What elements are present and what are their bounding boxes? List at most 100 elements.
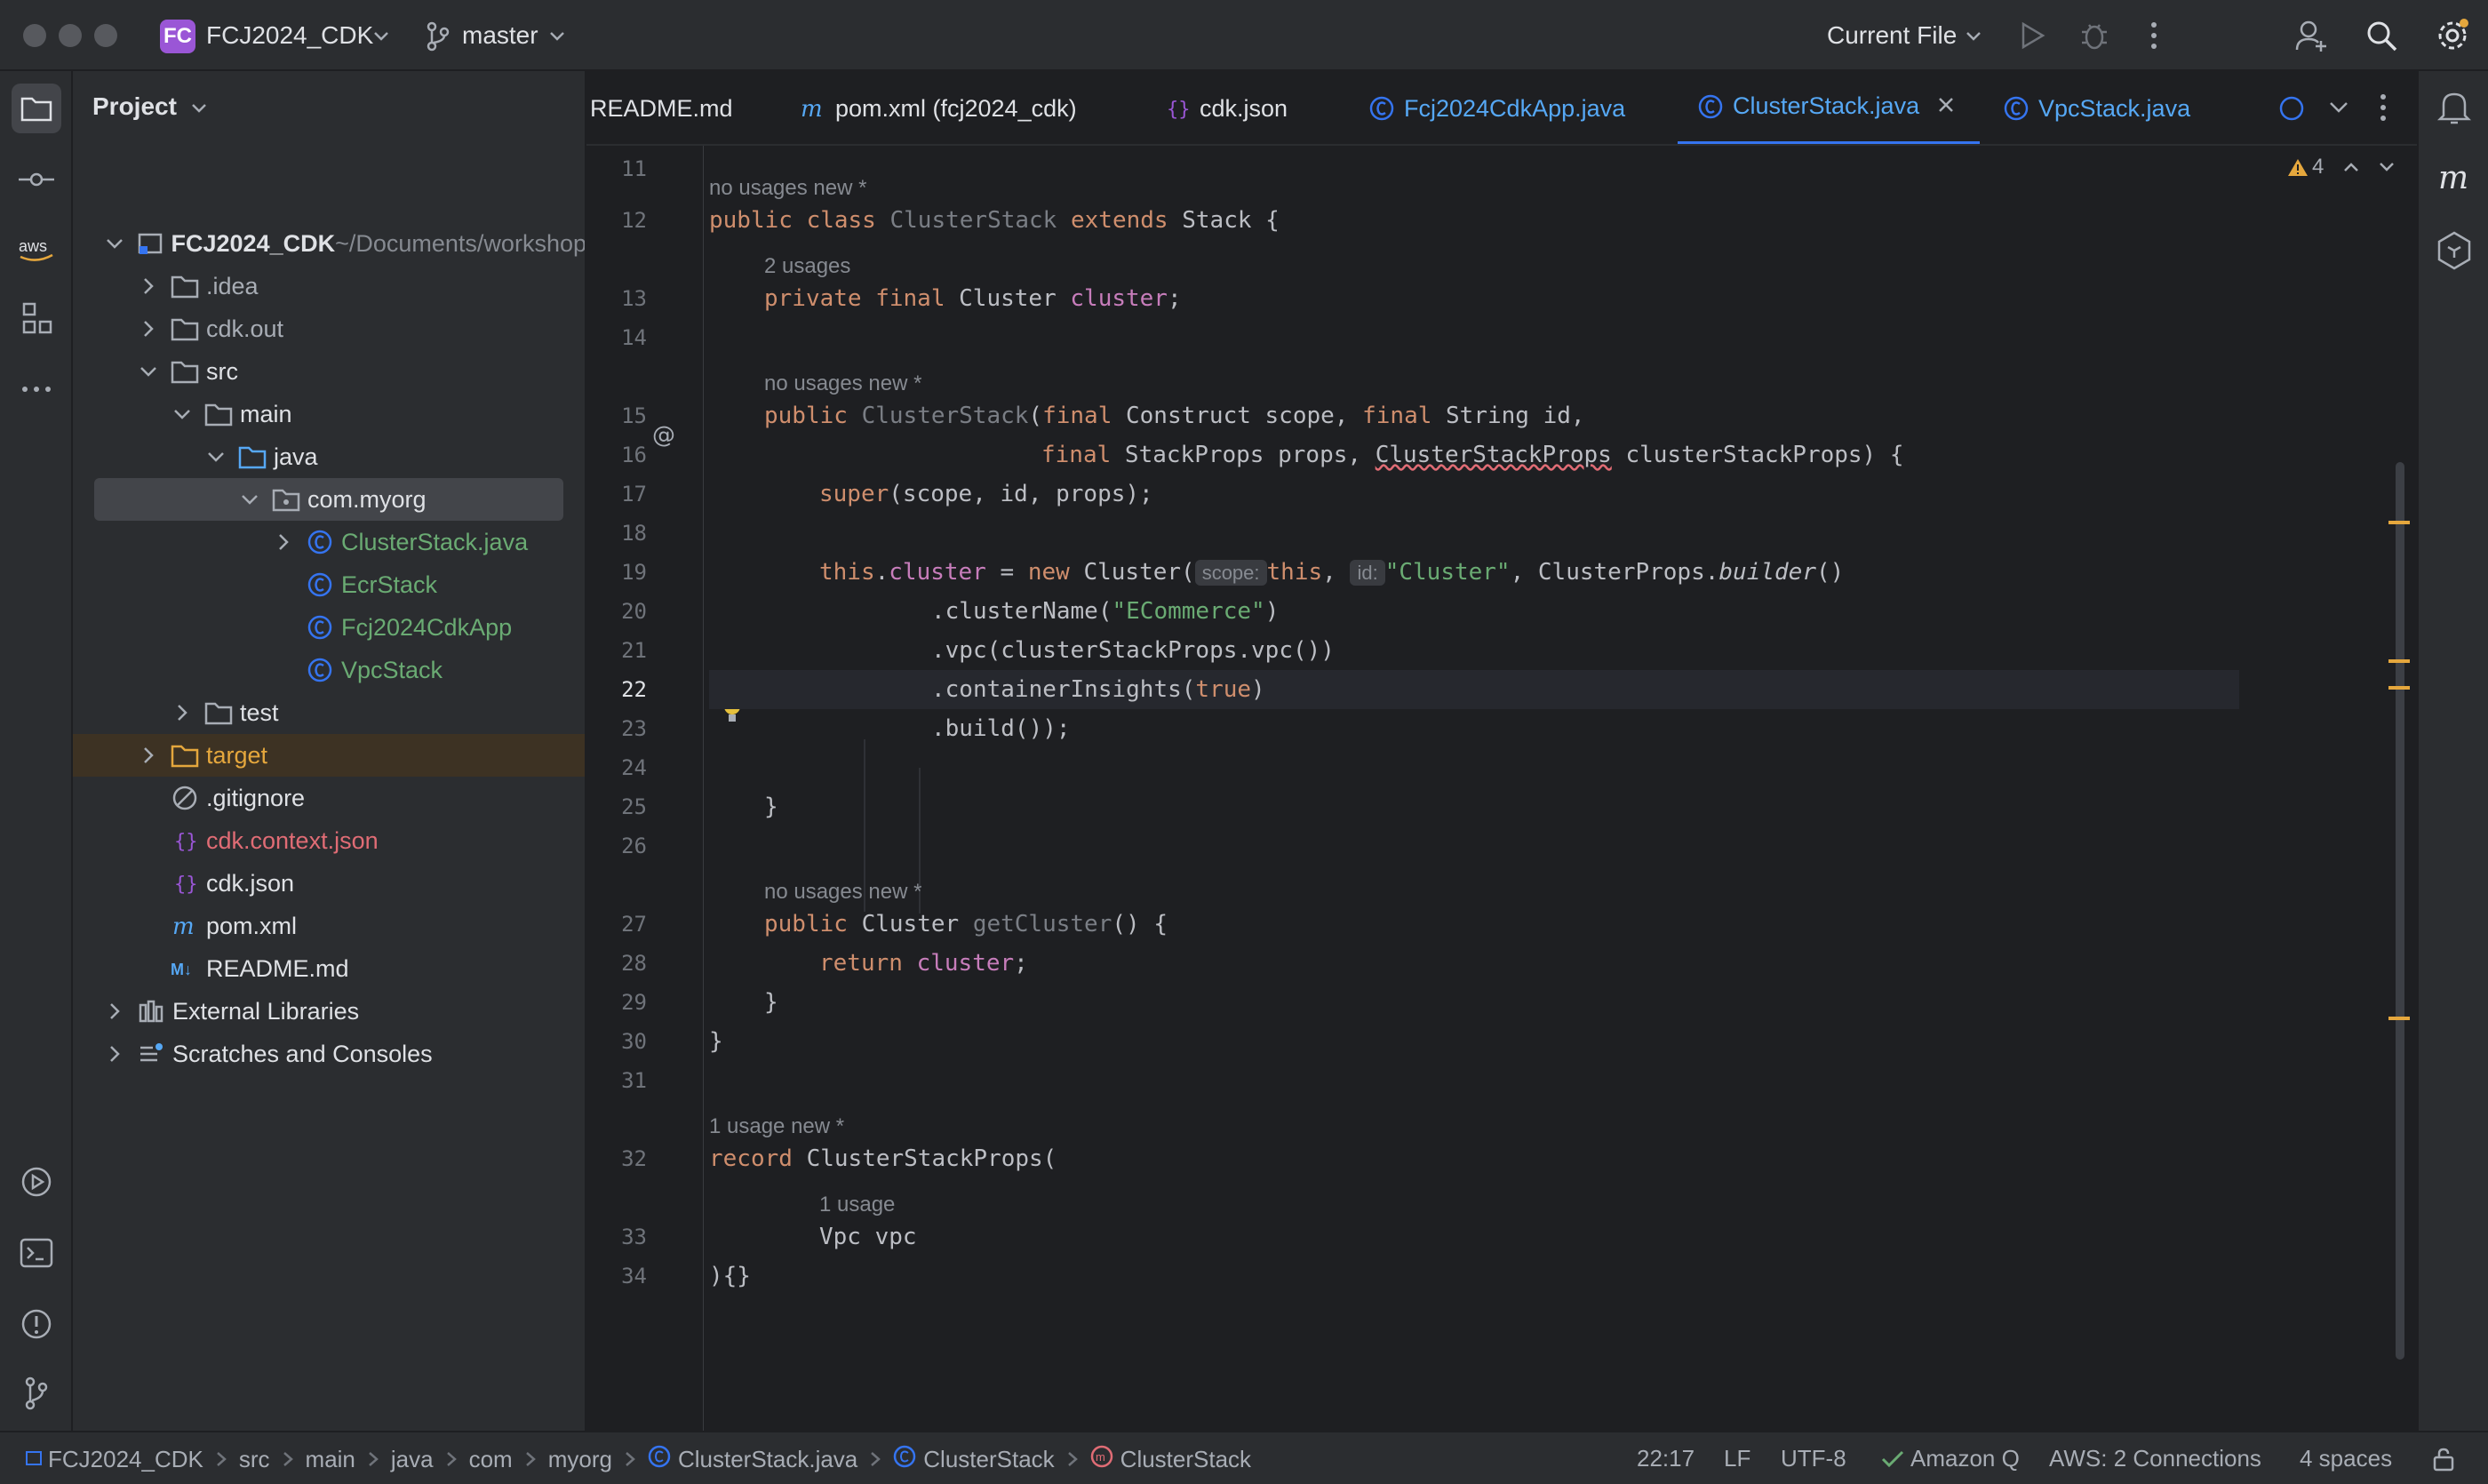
more-actions-icon[interactable] (2145, 20, 2163, 52)
chevron-down-icon[interactable] (240, 490, 259, 509)
codelens-usages[interactable]: no usages new * (709, 176, 866, 201)
tab-vpcstack-java[interactable]: VpcStack.java (2003, 71, 2190, 144)
tree-item--gitignore[interactable]: .gitignore (73, 777, 585, 819)
chevron-down-icon[interactable] (206, 447, 226, 467)
run-config-dropdown[interactable]: Current File (1827, 21, 1957, 50)
codelens-usages[interactable]: 1 usage (819, 1193, 895, 1217)
codelens-usages[interactable]: no usages new * (764, 371, 921, 396)
line-number[interactable]: 12 (586, 208, 647, 233)
line-number[interactable]: 16 (586, 443, 647, 467)
file-encoding[interactable]: UTF-8 (1781, 1445, 1846, 1472)
tabs-dropdown-icon[interactable] (2328, 100, 2349, 116)
structure-tool-button[interactable] (12, 293, 61, 343)
line-number[interactable]: 32 (586, 1146, 647, 1171)
line-number[interactable]: 24 (586, 755, 647, 780)
close-tab-icon[interactable] (1919, 92, 1955, 120)
add-user-icon[interactable] (2294, 18, 2330, 53)
aws-connections[interactable]: AWS: 2 Connections (2049, 1445, 2261, 1472)
problems-tool-button[interactable] (12, 1299, 61, 1349)
commit-tool-button[interactable] (12, 155, 61, 204)
warning-stripe[interactable] (2388, 686, 2410, 690)
line-number[interactable]: 28 (586, 951, 647, 976)
git-tool-button[interactable] (12, 1368, 61, 1418)
codelens-usages[interactable]: no usages new * (764, 880, 921, 905)
tree-item-external-libraries[interactable]: External Libraries (73, 990, 585, 1033)
tree-item-target[interactable]: target (73, 734, 585, 777)
amazon-q-icon[interactable] (2436, 231, 2472, 270)
chevron-down-icon[interactable] (105, 234, 124, 253)
branch-dropdown[interactable]: master (462, 21, 538, 50)
breadcrumb-item[interactable]: myorg (548, 1446, 612, 1473)
chevron-right-icon[interactable] (105, 1001, 124, 1021)
chevron-down-icon[interactable] (172, 404, 192, 424)
tree-item-ecrstack[interactable]: EcrStack (73, 563, 585, 606)
breadcrumb-item[interactable]: main (306, 1446, 355, 1473)
breadcrumb-item[interactable]: src (239, 1446, 270, 1473)
tree-item-cdk-out[interactable]: cdk.out (73, 307, 585, 350)
warning-stripe[interactable] (2388, 659, 2410, 663)
indent-setting[interactable]: 4 spaces (2300, 1445, 2392, 1472)
line-number[interactable]: 31 (586, 1068, 647, 1093)
line-number[interactable]: 21 (586, 638, 647, 663)
project-name-dropdown[interactable]: FCJ2024_CDK (206, 21, 373, 50)
breadcrumb-item[interactable]: FCJ2024_CDK (48, 1446, 203, 1473)
chevron-down-icon[interactable] (2379, 161, 2395, 173)
chevron-right-icon[interactable] (139, 746, 158, 765)
line-number[interactable]: 29 (586, 990, 647, 1015)
close-window-button[interactable] (23, 24, 46, 47)
line-number[interactable]: 18 (586, 521, 647, 546)
line-number[interactable]: 30 (586, 1029, 647, 1054)
debug-icon[interactable] (2079, 20, 2109, 52)
caret-position[interactable]: 22:17 (1637, 1445, 1695, 1472)
warning-stripe[interactable] (2388, 1017, 2410, 1020)
codelens-usages[interactable]: 2 usages (764, 254, 850, 279)
project-tool-button[interactable] (12, 84, 61, 133)
line-number[interactable]: 23 (586, 716, 647, 741)
tree-item-fcj2024cdkapp[interactable]: Fcj2024CdkApp (73, 606, 585, 649)
tree-item-cdk-context-json[interactable]: {} cdk.context.json (73, 819, 585, 862)
tree-item-cdk-json[interactable]: {} cdk.json (73, 862, 585, 905)
minimize-window-button[interactable] (59, 24, 82, 47)
tree-item-vpcstack[interactable]: VpcStack (73, 649, 585, 691)
line-number[interactable]: 27 (586, 912, 647, 937)
tree-item-pom-xml[interactable]: m pom.xml (73, 905, 585, 947)
more-tools-button[interactable] (12, 364, 61, 414)
search-icon[interactable] (2365, 20, 2399, 53)
tabs-more-icon[interactable] (2378, 92, 2388, 123)
tree-item-test[interactable]: test (73, 691, 585, 734)
tab-pom-xml-fcj2024-cdk-[interactable]: m pom.xml (fcj2024_cdk) (800, 71, 1077, 144)
tree-item-src[interactable]: src (73, 350, 585, 393)
tab-fcj2024cdkapp-java[interactable]: Fcj2024CdkApp.java (1368, 71, 1625, 144)
lock-icon[interactable] (2431, 1447, 2456, 1472)
tree-item-com-myorg[interactable]: com.myorg (94, 478, 563, 521)
tree-item-clusterstack-java[interactable]: ClusterStack.java (73, 521, 585, 563)
maximize-window-button[interactable] (94, 24, 117, 47)
tree-item--idea[interactable]: .idea (73, 265, 585, 307)
tab-readme-md[interactable]: README.md (590, 71, 733, 144)
line-separator[interactable]: LF (1724, 1445, 1750, 1472)
tree-item-scratches-and-consoles[interactable]: Scratches and Consoles (73, 1033, 585, 1075)
line-number[interactable]: 20 (586, 599, 647, 624)
tree-item-fcj2024-cdk[interactable]: FCJ2024_CDK ~/Documents/workshop (73, 222, 585, 265)
line-number[interactable]: 22 (586, 677, 647, 702)
breadcrumb-item[interactable]: java (391, 1446, 434, 1473)
project-panel-title[interactable]: Project (92, 92, 207, 121)
tree-item-java[interactable]: java (73, 435, 585, 478)
project-badge[interactable]: FC (160, 20, 195, 53)
amazon-q-status[interactable]: Amazon Q (1880, 1445, 2020, 1472)
chevron-right-icon[interactable] (172, 703, 192, 722)
line-number[interactable]: 33 (586, 1225, 647, 1249)
override-marker-icon[interactable]: @ (650, 421, 677, 448)
chevron-down-icon[interactable] (139, 362, 158, 381)
terminal-tool-button[interactable] (12, 1228, 61, 1278)
tab-cdk-json[interactable]: {} cdk.json (1164, 71, 1288, 144)
services-tool-button[interactable] (12, 1157, 61, 1207)
codelens-usages[interactable]: 1 usage new * (709, 1114, 844, 1139)
line-number[interactable]: 14 (586, 325, 647, 350)
editor-scrollbar[interactable] (2396, 462, 2404, 1360)
chevron-right-icon[interactable] (274, 532, 293, 552)
line-number[interactable]: 11 (586, 156, 647, 181)
chevron-right-icon[interactable] (105, 1044, 124, 1064)
line-number[interactable]: 26 (586, 834, 647, 858)
chevron-right-icon[interactable] (139, 276, 158, 296)
